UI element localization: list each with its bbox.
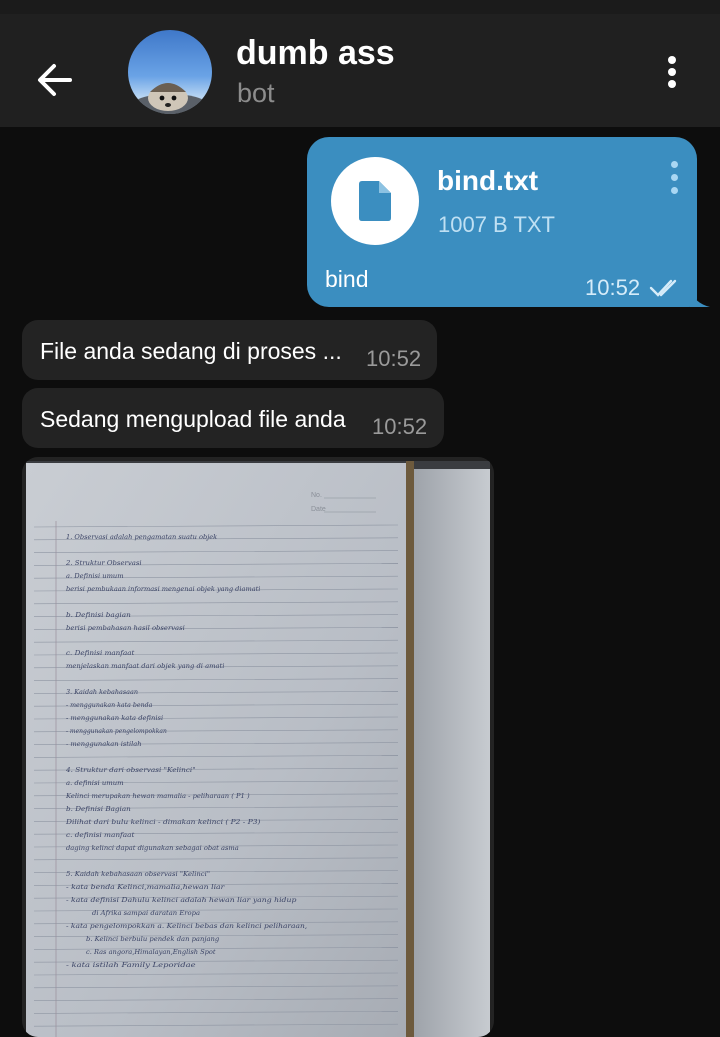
bubble-tail [690, 289, 710, 307]
handwritten-line: - menggunakan kata benda [66, 701, 152, 709]
status-bar [0, 0, 720, 14]
handwritten-line: 5. Kaidah kebahasaan observasi "Kelinci" [66, 870, 210, 878]
handwritten-line: daging kelinci dapat digunakan sebagai o… [66, 844, 239, 852]
outgoing-file-message[interactable]: bind.txt 1007 B TXT bind 10:52 [307, 137, 697, 307]
back-button[interactable] [28, 52, 84, 108]
handwritten-line: menjelaskan manfaat dari objek yang di a… [66, 662, 224, 670]
handwritten-line: c. definisi manfaat [66, 831, 135, 839]
handwritten-line: c. Ras angora,Himalayan,English Spot [86, 948, 216, 956]
svg-text:Date: Date [311, 506, 326, 513]
notebook-photo[interactable]: No. Date 1. Observasi adalah pengamatan … [26, 461, 490, 1037]
message-text: Sedang mengupload file anda [40, 406, 346, 432]
handwritten-line: - kata pengelompokkan a. Kelinci bebas d… [66, 922, 307, 930]
handwritten-line: b. Definisi Bagian [66, 805, 131, 813]
handwritten-line: 1. Observasi adalah pengamatan suatu obj… [66, 533, 217, 541]
status-icons [610, 0, 700, 4]
avatar[interactable] [128, 30, 212, 114]
handwritten-line: berisi pembahasan hasil observasi [66, 624, 185, 632]
document-icon [359, 181, 391, 221]
file-name[interactable]: bind.txt [437, 165, 538, 197]
handwritten-line: 2. Struktur Observasi [65, 559, 142, 567]
file-meta: 1007 B TXT [438, 212, 555, 237]
handwritten-line: - menggunakan istilah [66, 740, 142, 748]
handwritten-line: berisi pembukaan informasi mengenai obje… [66, 585, 260, 593]
handwritten-line: a. Definisi umum [66, 572, 124, 580]
handwritten-line: b. Definisi bagian [66, 611, 131, 619]
arrow-left-icon [38, 64, 72, 96]
incoming-photo-message[interactable]: No. Date 1. Observasi adalah pengamatan … [22, 457, 494, 1037]
chat-header: dumb ass bot [0, 14, 720, 127]
file-download-button[interactable] [331, 157, 419, 245]
handwritten-line: 3. Kaidah kebahasaan [66, 688, 138, 696]
handwritten-line: di Afrika sampai daratan Eropa [92, 909, 200, 917]
handwritten-line: Kelinci merupakan hewan mamalia - peliha… [65, 792, 250, 800]
message-time: 10:52 [366, 346, 422, 371]
message-text: File anda sedang di proses ... [40, 338, 342, 364]
handwritten-line: a. definisi umum [66, 779, 124, 787]
chat-title[interactable]: dumb ass [236, 34, 395, 73]
avatar-hedgehog-image [134, 83, 206, 114]
handwritten-line: - kata definisi Dahulu kelinci adalah he… [66, 896, 297, 904]
handwritten-line: 4. Struktur dari observasi "Kelinci" [65, 766, 196, 774]
handwritten-line: - menggunakan pengelompokkan [66, 727, 167, 735]
double-check-icon [649, 279, 677, 297]
more-options-button[interactable] [650, 50, 694, 94]
incoming-message[interactable]: File anda sedang di proses ... 10:52 [22, 320, 437, 380]
handwritten-line: Dilihat dari bulu kelinci - dimakan keli… [65, 818, 261, 826]
handwritten-line: b. Kelinci berbulu pendek dan panjang [86, 935, 219, 943]
notebook-page-image: No. Date 1. Observasi adalah pengamatan … [26, 461, 490, 1037]
handwritten-line: - kata istilah Family Leporidae [66, 961, 196, 969]
chat-subtitle: bot [237, 78, 275, 108]
handwritten-line: c. Definisi manfaat [66, 649, 135, 657]
message-caption: bind [325, 266, 369, 292]
file-options-button[interactable] [663, 159, 687, 199]
incoming-message[interactable]: Sedang mengupload file anda 10:52 [22, 388, 444, 448]
handwritten-line: - menggunakan kata definisi [66, 714, 163, 722]
message-time: 10:52 [372, 414, 428, 439]
handwritten-line: - kata benda Kelinci,mamalia,hewan liar [66, 883, 225, 891]
svg-text:No.: No. [311, 492, 322, 499]
message-time: 10:52 [585, 275, 641, 300]
